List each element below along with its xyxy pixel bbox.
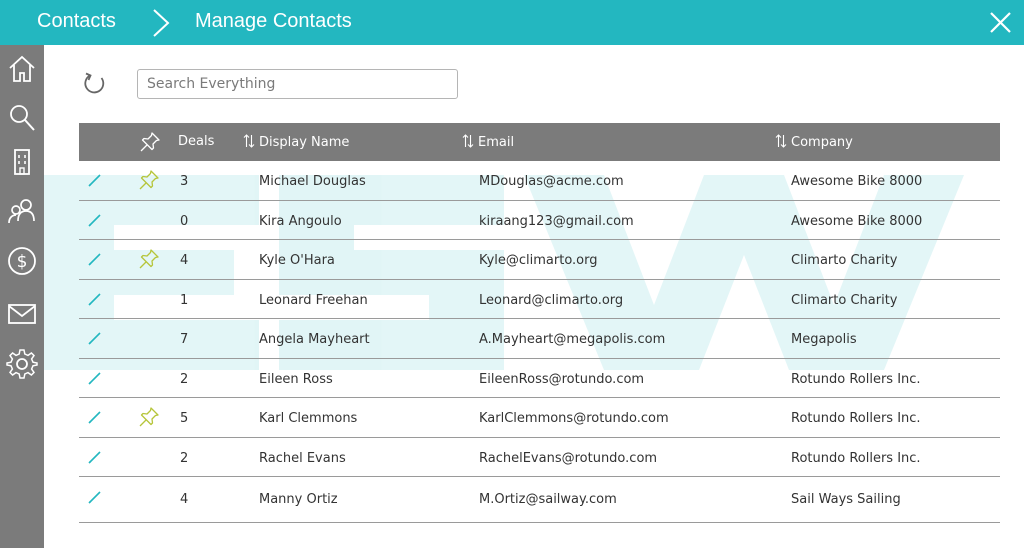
svg-text:$: $ (17, 252, 28, 272)
email-cell: KarlClemmons@rotundo.com (479, 411, 669, 426)
deals-cell: 2 (180, 450, 189, 466)
edit-pencil-icon[interactable] (87, 251, 103, 267)
company-cell: Rotundo Rollers Inc. (791, 450, 921, 466)
deals-cell: 3 (180, 174, 189, 189)
people-icon[interactable] (6, 195, 38, 227)
edit-pencil-icon[interactable] (87, 409, 103, 425)
table-row[interactable]: 3 Michael Douglas MDouglas@acme.com Awesome… (79, 161, 1000, 201)
company-cell: Climarto Charity (791, 292, 898, 308)
dollar-icon[interactable]: $ (6, 245, 38, 277)
email-cell: Leonard@climarto.org (479, 292, 624, 308)
name-cell: Karl Clemmons (259, 411, 358, 426)
top-bar: Contacts Manage Contacts (0, 0, 1024, 45)
deals-cell: 7 (180, 332, 189, 347)
name-cell: Kyle O'Hara (259, 253, 335, 268)
deals-cell: 4 (180, 492, 189, 507)
pin-icon[interactable] (138, 169, 160, 191)
email-cell: M.Ortiz@sailway.com (479, 492, 617, 507)
breadcrumb-contacts[interactable]: Contacts (37, 10, 116, 33)
table-row[interactable]: 4 Manny Ortiz M.Ortiz@sailway.com Sail Ways… (79, 477, 1000, 523)
deals-cell: 2 (180, 371, 189, 387)
column-header-deals[interactable]: Deals (178, 134, 214, 149)
table-row[interactable]: 2 Rachel Evans RachelEvans@rotundo.com Rotu… (79, 438, 1000, 477)
pin-icon[interactable] (139, 131, 161, 153)
table-row[interactable]: 2 Eileen Ross EileenRoss@rotundo.com Rotund… (79, 359, 1000, 398)
edit-pencil-icon[interactable] (87, 212, 103, 228)
sort-icon (462, 134, 474, 148)
close-icon[interactable] (988, 10, 1013, 35)
sort-icon (775, 134, 787, 148)
pin-icon[interactable] (138, 406, 160, 428)
name-cell: Michael Douglas (259, 174, 366, 189)
edit-pencil-icon[interactable] (87, 489, 103, 505)
edit-pencil-icon[interactable] (87, 172, 103, 188)
refresh-icon[interactable] (82, 71, 108, 97)
email-cell: A.Mayheart@megapolis.com (479, 332, 666, 347)
column-header-name[interactable]: Display Name (243, 134, 349, 150)
email-cell: Kyle@climarto.org (479, 253, 598, 268)
table-row[interactable]: 4 Kyle O'Hara Kyle@climarto.org Climarto Ch… (79, 240, 1000, 280)
company-cell: Rotundo Rollers Inc. (791, 411, 921, 426)
table-row[interactable]: 7 Angela Mayheart A.Mayheart@megapolis.com… (79, 319, 1000, 359)
name-cell: Kira Angoulo (259, 213, 342, 229)
column-header-company[interactable]: Company (775, 134, 853, 150)
name-cell: Leonard Freehan (259, 292, 368, 308)
chevron-right-icon (153, 9, 170, 37)
name-cell: Angela Mayheart (259, 332, 370, 347)
name-cell: Manny Ortiz (259, 492, 338, 507)
column-header-email[interactable]: Email (462, 134, 514, 150)
table-header: Deals Display Name Email Company (79, 123, 1000, 161)
search-icon[interactable] (6, 102, 38, 134)
contacts-table: Deals Display Name Email Company 3 Michae… (79, 123, 1000, 523)
gear-icon[interactable] (6, 348, 38, 380)
company-cell: Awesome Bike 8000 (791, 174, 923, 189)
table-row[interactable]: 5 Karl Clemmons KarlClemmons@rotundo.com Ro… (79, 398, 1000, 438)
email-cell: MDouglas@acme.com (479, 174, 624, 189)
email-cell: RachelEvans@rotundo.com (479, 450, 658, 466)
edit-pencil-icon[interactable] (87, 330, 103, 346)
mail-icon[interactable] (6, 298, 38, 330)
search-input[interactable] (137, 69, 458, 99)
page-title: Manage Contacts (195, 10, 352, 32)
name-cell: Eileen Ross (259, 371, 333, 387)
app-window: Contacts Manage Contacts $ Search Everyt… (0, 0, 1024, 548)
company-cell: Megapolis (791, 332, 857, 347)
column-header-company-label: Company (791, 135, 853, 150)
company-cell: Sail Ways Sailing (791, 492, 901, 507)
edit-pencil-icon[interactable] (87, 449, 103, 465)
company-cell: Climarto Charity (791, 253, 898, 268)
deals-cell: 1 (180, 292, 189, 308)
column-header-name-label: Display Name (259, 135, 350, 150)
sort-icon (243, 134, 255, 148)
email-cell: EileenRoss@rotundo.com (479, 371, 645, 387)
sidebar: $ (0, 45, 44, 548)
deals-cell: 4 (180, 253, 189, 268)
company-cell: Rotundo Rollers Inc. (791, 371, 921, 387)
column-header-email-label: Email (478, 135, 515, 150)
deals-cell: 5 (180, 411, 189, 426)
deals-cell: 0 (180, 213, 189, 229)
edit-pencil-icon[interactable] (87, 370, 103, 386)
building-icon[interactable] (6, 146, 38, 178)
home-icon[interactable] (6, 53, 38, 85)
table-body: 3 Michael Douglas MDouglas@acme.com Awesome… (79, 161, 1000, 523)
email-cell: kiraang123@gmail.com (479, 213, 634, 229)
table-row[interactable]: 0 Kira Angoulo kiraang123@gmail.com Awesome… (79, 201, 1000, 240)
company-cell: Awesome Bike 8000 (791, 213, 923, 229)
edit-pencil-icon[interactable] (87, 291, 103, 307)
pin-icon[interactable] (138, 248, 160, 270)
table-row[interactable]: 1 Leonard Freehan Leonard@climarto.org Clim… (79, 280, 1000, 319)
name-cell: Rachel Evans (259, 450, 346, 466)
